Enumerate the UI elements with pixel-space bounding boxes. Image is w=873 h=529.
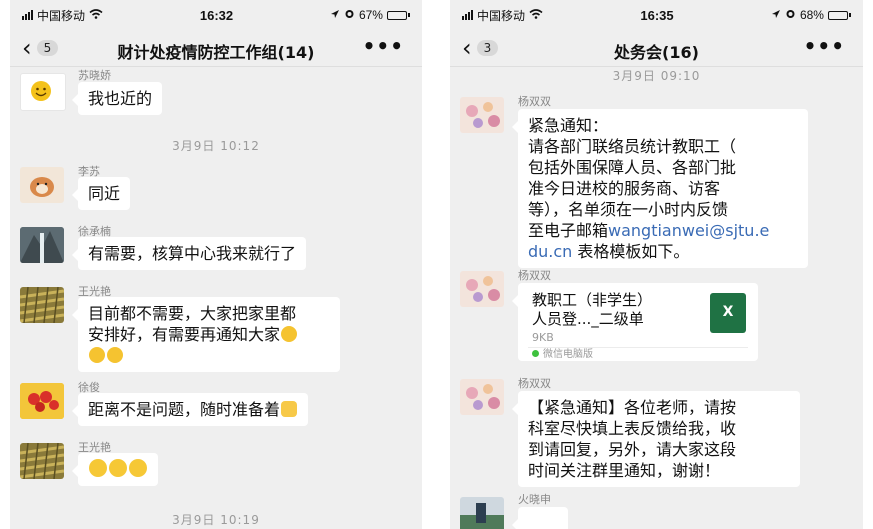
- status-bar: 中国移动 16:35 68%: [450, 0, 863, 30]
- status-time: 16:35: [640, 7, 674, 23]
- avatar[interactable]: [20, 167, 64, 203]
- file-name-line: 教职工（非学生）: [532, 291, 653, 309]
- avatar[interactable]: [20, 383, 64, 419]
- message-line: 科室尽快填上表反馈给我，收: [528, 419, 737, 438]
- message-bubble[interactable]: 同近: [71, 177, 131, 210]
- message-line: 【紧急通知】各位老师，请按: [528, 398, 737, 417]
- banana-emoji: [107, 347, 123, 363]
- signal-icon: [22, 10, 33, 20]
- message-line: 请各部门联络员统计教职工（: [528, 137, 737, 156]
- sender-name: 杨双双: [518, 95, 551, 108]
- excel-file-icon: X: [710, 293, 746, 333]
- avatar[interactable]: [460, 497, 504, 529]
- chat-timestamp: 3月9日 10:12: [172, 139, 260, 153]
- chat-header: ‹ 3 处务会(16) •••: [450, 30, 863, 67]
- message-bubble[interactable]: 紧急通知： 请各部门联络员统计教职工（ 包括外围保障人员、各部门批 准今日进校的…: [512, 109, 808, 268]
- avatar[interactable]: [20, 73, 66, 111]
- message-line: 安排好，有需要再通知大家: [88, 324, 330, 345]
- message-line: du.cn 表格模板如下。: [528, 241, 798, 262]
- message-line: 到请回复，另外，请大家这段: [528, 440, 737, 459]
- email-link[interactable]: wangtianwei@sjtu.e: [608, 221, 769, 240]
- carrier-label: 中国移动: [37, 8, 86, 23]
- message-line: 至电子邮箱wangtianwei@sjtu.e: [528, 220, 798, 241]
- left-phone-screenshot: 中国移动 16:32 67% ‹ 5 财计处疫情防控工作组(14) ••• 苏晓…: [10, 0, 422, 529]
- status-bar: 中国移动 16:32 67%: [10, 0, 422, 30]
- message-bubble[interactable]: [512, 507, 568, 529]
- carrier-label: 中国移动: [477, 8, 526, 23]
- message-bubble[interactable]: [72, 453, 158, 486]
- excel-icon-letter: X: [722, 304, 734, 320]
- wifi-icon: [529, 8, 543, 22]
- battery-icon: [386, 10, 410, 20]
- banana-emoji: [281, 326, 298, 342]
- message-list[interactable]: 苏晓娇 我也近的 3月9日 10:12 李苏 同近 徐承楠 有需要，核算中心我来…: [10, 67, 422, 529]
- message-line: [88, 345, 330, 366]
- message-bubble[interactable]: 我也近的: [71, 82, 163, 115]
- right-phone-screenshot: 中国移动 16:35 68% ‹ 3 处务会(16) ••• 3月9日 09:1…: [450, 0, 863, 529]
- sender-name: 火晓申: [518, 493, 551, 506]
- message-line: 准今日进校的服务商、访客: [528, 179, 721, 198]
- email-link-continued[interactable]: du.cn: [528, 242, 572, 261]
- avatar[interactable]: [460, 379, 504, 415]
- chat-timestamp: 3月9日 09:10: [612, 69, 701, 83]
- message-line-text: 表格模板如下。: [572, 242, 690, 261]
- battery-percent: 67%: [358, 8, 383, 22]
- avatar[interactable]: [20, 227, 64, 263]
- more-options-button[interactable]: •••: [363, 34, 404, 58]
- location-arrow-icon: [330, 8, 340, 22]
- sender-name: 苏晓娇: [78, 69, 111, 82]
- message-line: 等），名单须在一小时内反馈: [528, 200, 729, 219]
- alarm-icon: [344, 8, 355, 22]
- location-arrow-icon: [771, 8, 781, 22]
- battery-icon: [827, 10, 851, 20]
- message-line: 目前都不需要，大家把家里都: [88, 304, 297, 323]
- grinning-emoji: [89, 459, 107, 477]
- fist-emoji: [281, 401, 298, 417]
- more-options-button[interactable]: •••: [804, 34, 845, 58]
- avatar[interactable]: [460, 271, 504, 307]
- chat-header: ‹ 5 财计处疫情防控工作组(14) •••: [10, 30, 422, 67]
- chat-title: 处务会(16): [614, 43, 699, 62]
- file-source-label: 微信电脑版: [543, 349, 593, 360]
- file-name: 教职工（非学生） 人员登..._二级单: [532, 291, 692, 329]
- message-line: 紧急通知：: [528, 116, 609, 135]
- sender-name: 杨双双: [518, 377, 551, 390]
- alarm-icon: [785, 8, 796, 22]
- message-line: 包括外围保障人员、各部门批: [528, 158, 737, 177]
- wechat-pc-icon: [532, 350, 539, 357]
- message-line-text: 安排好，有需要再通知大家: [88, 325, 281, 344]
- grinning-emoji: [109, 459, 127, 477]
- file-attachment-card[interactable]: 教职工（非学生） 人员登..._二级单 9KB X 微信电脑版: [512, 283, 758, 361]
- message-line-text: 至电子邮箱: [528, 221, 609, 240]
- battery-percent: 68%: [799, 8, 824, 22]
- message-text: 距离不是问题，随时准备着: [88, 400, 281, 419]
- file-size: 9KB: [532, 331, 554, 344]
- status-time: 16:32: [199, 7, 234, 23]
- banana-emoji: [89, 347, 105, 363]
- avatar[interactable]: [460, 97, 504, 133]
- message-bubble[interactable]: 距离不是问题，随时准备着: [71, 393, 309, 426]
- wifi-icon: [89, 8, 103, 22]
- file-source: 微信电脑版: [532, 345, 593, 360]
- message-bubble[interactable]: 【紧急通知】各位老师，请按 科室尽快填上表反馈给我，收 到请回复，另外，请大家这…: [512, 391, 800, 487]
- signal-icon: [462, 10, 473, 20]
- message-line: 时间关注群里通知，谢谢！: [528, 461, 721, 480]
- chat-timestamp: 3月9日 10:19: [172, 513, 260, 527]
- message-bubble[interactable]: 目前都不需要，大家把家里都 安排好，有需要再通知大家: [72, 297, 340, 372]
- message-list[interactable]: 3月9日 09:10 杨双双 紧急通知： 请各部门联络员统计教职工（ 包括外围保…: [450, 67, 863, 529]
- file-name-line: 人员登..._二级单: [532, 310, 644, 328]
- chat-title: 财计处疫情防控工作组(14): [117, 43, 315, 62]
- avatar[interactable]: [20, 287, 64, 323]
- sender-name: 杨双双: [518, 269, 551, 282]
- message-bubble[interactable]: 有需要，核算中心我来就行了: [71, 237, 307, 270]
- avatar[interactable]: [20, 443, 64, 479]
- grinning-emoji: [129, 459, 147, 477]
